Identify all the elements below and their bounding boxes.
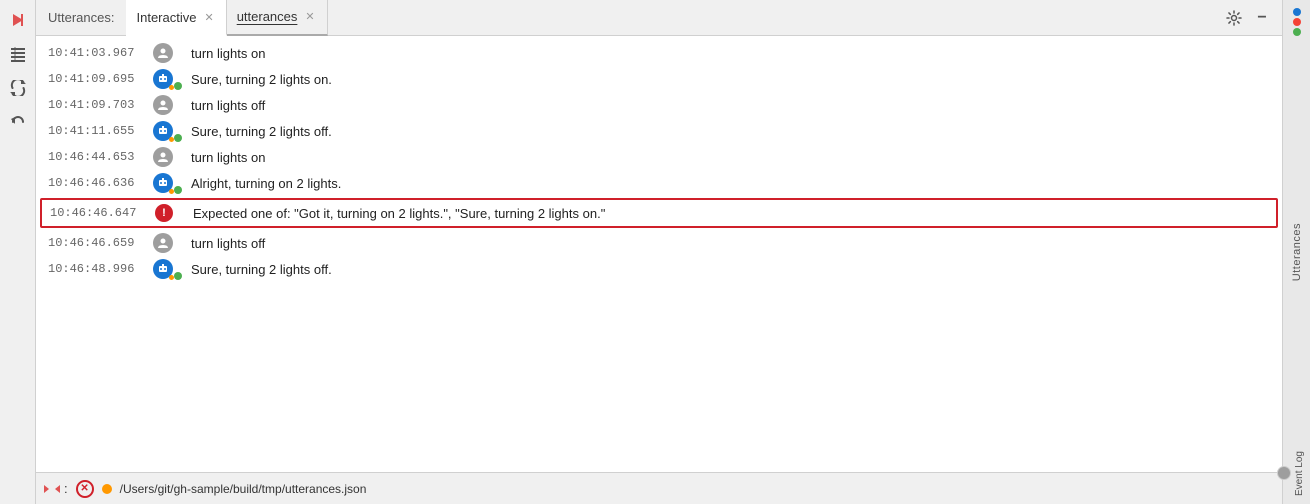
person-icon [153, 147, 181, 167]
tab-utterances-label: utterances [237, 9, 298, 24]
right-sidebar-label: Utterances [1291, 223, 1303, 281]
green-dot [1293, 28, 1301, 36]
utterance-row: 10:41:09.695 Sure, turning 2 lights on. [36, 66, 1282, 92]
utterance-time: 10:41:09.695 [48, 72, 143, 86]
utterance-text: turn lights on [191, 46, 265, 61]
left-sidebar [0, 0, 36, 504]
utterance-row: 10:41:09.703 turn lights off [36, 92, 1282, 118]
utterance-row: 10:46:44.653 turn lights on [36, 144, 1282, 170]
person-icon [153, 95, 181, 115]
tab-interactive-label: Interactive [136, 10, 196, 25]
tab-interactive[interactable]: Interactive ✕ [126, 0, 226, 36]
robot-icon [153, 259, 181, 279]
utterance-text: turn lights on [191, 150, 265, 165]
utterance-text: Alright, turning on 2 lights. [191, 176, 341, 191]
utterance-row: 10:46:46.636 Alright, turning on 2 light… [36, 170, 1282, 196]
utterance-time: 10:41:11.655 [48, 124, 143, 138]
tab-utterances[interactable]: utterances ✕ [227, 0, 328, 36]
utterance-text: Sure, turning 2 lights off. [191, 262, 332, 277]
tab-bar: Utterances: Interactive ✕ utterances ✕ − [36, 0, 1282, 36]
bottom-play[interactable]: : [44, 481, 68, 496]
main-area: Utterances: Interactive ✕ utterances ✕ − [36, 0, 1282, 504]
utterance-time: 10:46:46.636 [48, 176, 143, 190]
utterance-text: Sure, turning 2 lights on. [191, 72, 332, 87]
sidebar-undo-icon[interactable] [6, 110, 30, 134]
sidebar-refresh-icon[interactable] [6, 76, 30, 100]
bottom-colon: : [64, 481, 68, 496]
utterance-text: turn lights off [191, 98, 265, 113]
utterance-time: 10:46:44.653 [48, 150, 143, 164]
file-path-text: /Users/git/gh-sample/build/tmp/utterance… [120, 482, 1274, 496]
status-dot-green [174, 272, 182, 280]
minimize-button[interactable]: − [1250, 6, 1274, 30]
right-sidebar: Utterances Event Log [1282, 0, 1310, 504]
error-x-icon: ✕ [80, 483, 88, 494]
utterance-time: 10:41:03.967 [48, 46, 143, 60]
utterance-time: 10:46:46.647 [50, 206, 145, 220]
event-log-circle-icon [1277, 466, 1291, 480]
person-icon [153, 43, 181, 63]
status-dot-green [174, 134, 182, 142]
utterance-error-text: Expected one of: "Got it, turning on 2 l… [193, 206, 605, 221]
tab-utterances-close[interactable]: ✕ [303, 9, 316, 24]
utterance-row: 10:41:11.655 Sure, turning 2 lights off. [36, 118, 1282, 144]
error-icon: ! [155, 204, 183, 222]
utterance-row: 10:46:48.996 Sure, turning 2 lights off. [36, 256, 1282, 282]
event-log-area[interactable]: Event Log [1277, 451, 1310, 496]
robot-icon [153, 69, 181, 89]
bottom-bar: : ✕ /Users/git/gh-sample/build/tmp/utter… [36, 472, 1282, 504]
utterance-time: 10:46:48.996 [48, 262, 143, 276]
status-dot-green [174, 186, 182, 194]
utterance-text: Sure, turning 2 lights off. [191, 124, 332, 139]
status-dot-green [174, 82, 182, 90]
settings-button[interactable] [1222, 6, 1246, 30]
robot-icon [153, 121, 181, 141]
robot-icon [153, 173, 181, 193]
utterance-error-row: 10:46:46.647 ! Expected one of: "Got it,… [40, 198, 1278, 228]
red-dot [1293, 18, 1301, 26]
minus-icon: − [1257, 9, 1266, 27]
right-sidebar-dots [1293, 8, 1301, 36]
orange-dot-icon [102, 484, 112, 494]
person-icon [153, 233, 181, 253]
bottom-error-icon: ✕ [76, 480, 94, 498]
tab-bar-actions: − [1222, 6, 1282, 30]
sidebar-play-icon[interactable] [6, 8, 30, 32]
utterance-time: 10:46:46.659 [48, 236, 143, 250]
event-log-label: Event Log [1294, 451, 1305, 496]
utterance-time: 10:41:09.703 [48, 98, 143, 112]
utterance-row: 10:46:46.659 turn lights off [36, 230, 1282, 256]
sidebar-list-icon[interactable] [6, 42, 30, 66]
tab-interactive-close[interactable]: ✕ [202, 10, 215, 25]
bottom-file-area: /Users/git/gh-sample/build/tmp/utterance… [102, 482, 1274, 496]
utterance-text: turn lights off [191, 236, 265, 251]
utterance-row: 10:41:03.967 turn lights on [36, 40, 1282, 66]
blue-dot [1293, 8, 1301, 16]
utterances-label: Utterances: [44, 10, 118, 25]
content-area[interactable]: 10:41:03.967 turn lights on 10:41:09.695… [36, 36, 1282, 472]
